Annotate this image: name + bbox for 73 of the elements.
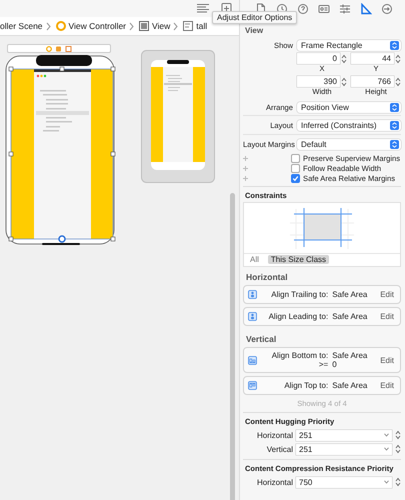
id-card-icon[interactable]: [318, 2, 330, 14]
edit-button[interactable]: Edit: [380, 290, 394, 299]
document-icon: [183, 21, 194, 31]
scope-tab[interactable]: All: [247, 255, 262, 264]
constraint-relation: >=: [318, 360, 328, 369]
priority-combo-box[interactable]: 750: [296, 476, 392, 488]
chevron-icon: [129, 22, 134, 30]
constraint-target: Safe Area: [332, 381, 368, 390]
constraint-text: Align Top to:: [284, 381, 328, 390]
edit-button[interactable]: Edit: [380, 381, 394, 390]
breadcrumb-item[interactable]: tall: [196, 21, 208, 31]
number-field[interactable]: 44: [351, 53, 394, 64]
stepper-icon[interactable]: [395, 54, 401, 64]
edit-button[interactable]: Edit: [380, 312, 394, 321]
popup-arrows-icon: [390, 40, 399, 50]
stepper-icon[interactable]: [341, 54, 347, 64]
constraint-text: Align Trailing to:: [271, 290, 328, 299]
priority-combo-box[interactable]: 251: [296, 444, 392, 454]
field-label: Horizontal: [256, 478, 293, 486]
stepper-icon[interactable]: [395, 430, 401, 440]
constraint-constant: 0: [332, 360, 338, 369]
constraint-target: Safe Area: [332, 312, 368, 321]
show-popup[interactable]: Frame Rectangle: [297, 40, 401, 50]
popup-arrows-icon: [390, 102, 399, 112]
popup-button[interactable]: Default: [297, 138, 401, 150]
field-label: Horizontal: [256, 430, 293, 440]
chevron-icon: [46, 22, 51, 30]
checkbox[interactable]: [291, 174, 300, 182]
circle-icon: [56, 21, 66, 31]
breadcrumb-item[interactable]: oller Scene: [0, 21, 43, 31]
stepper-icon[interactable]: [395, 444, 401, 454]
edge-align-icon: [248, 381, 257, 390]
chevron-down-icon: [384, 480, 389, 484]
chevron-down-icon: [384, 433, 389, 437]
constraint-target: Safe Area: [332, 351, 368, 360]
constraint-target: Safe Area: [332, 290, 368, 299]
scene-dock-icons-drawing: [46, 46, 72, 52]
field-label: Vertical: [266, 444, 293, 454]
person-icon: [248, 290, 257, 299]
edit-button[interactable]: Edit: [380, 356, 394, 364]
stepper-icon[interactable]: [395, 477, 401, 487]
breadcrumb-item[interactable]: View: [152, 21, 170, 31]
sliders-icon[interactable]: [339, 2, 351, 14]
ruler-icon[interactable]: [360, 2, 372, 14]
number-field[interactable]: 390: [297, 76, 340, 87]
scrollbar[interactable]: [230, 193, 235, 500]
popup-button[interactable]: Inferred (Constraints): [297, 120, 401, 130]
square-icon: [139, 21, 150, 31]
checkbox[interactable]: [291, 154, 300, 162]
help-icon[interactable]: [297, 2, 309, 14]
stepper-icon[interactable]: [395, 76, 401, 86]
tooltip: Adjust Editor Options: [212, 11, 298, 24]
constraint-text: Align Leading to:: [268, 312, 328, 321]
edge-align-icon: [248, 356, 257, 364]
checkbox[interactable]: [291, 164, 300, 172]
person-icon: [248, 312, 257, 321]
popup-arrows-icon: [390, 140, 399, 148]
chevron-down-icon: [384, 447, 389, 451]
number-field[interactable]: 766: [351, 76, 394, 87]
breadcrumb-item[interactable]: View Controller: [68, 21, 126, 31]
group-title: Horizontal: [245, 271, 289, 284]
lines-icon[interactable]: [196, 3, 210, 14]
popup-button[interactable]: Position View: [297, 102, 401, 112]
number-field[interactable]: 0: [297, 53, 340, 64]
stepper-icon[interactable]: [341, 76, 347, 86]
group-title: Vertical: [245, 333, 278, 346]
arrow-circle-icon[interactable]: [381, 2, 393, 14]
constraint-text: Align Bottom to:: [272, 351, 328, 360]
priority-combo-box[interactable]: 251: [296, 430, 392, 440]
section-title: View: [245, 26, 264, 35]
chevron-icon: [173, 22, 178, 30]
popup-arrows-icon: [390, 120, 399, 130]
scope-tab[interactable]: This Size Class: [268, 255, 330, 264]
